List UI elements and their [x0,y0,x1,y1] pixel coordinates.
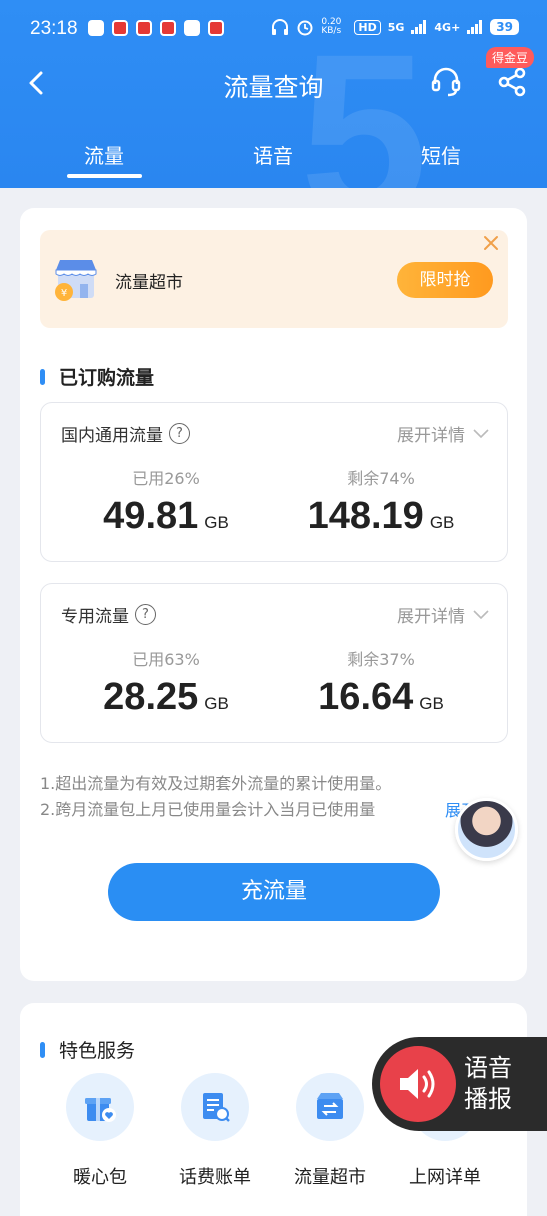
section-bar [40,368,45,385]
used-column: 已用63% 28.25 GB [66,646,266,719]
notification-icons [88,20,224,36]
signal-5g: 5G [387,20,405,34]
battery-indicator: 39 [490,19,519,35]
remaining-column: 剩余37% 16.64 GB [281,646,481,719]
service-warm-package[interactable]: 暖心包 [50,1073,150,1189]
expand-details-label: 展开详情 [397,426,465,446]
speaker-icon[interactable] [380,1046,456,1122]
voice-broadcast-label: 语音 播报 [464,1053,512,1115]
data-usage-card: ¥ 流量超市 限时抢 已订购流量 国内通用流量 ? 展开详情 已用26% 49.… [20,208,527,981]
unit-label: GB [204,694,229,713]
system-status: 0.20 KB/s HD 5G 4G+ 39 [271,18,519,36]
voice-broadcast-float[interactable]: 语音 播报 [372,1037,547,1131]
used-column: 已用26% 49.81 GB [66,465,266,538]
flash-sale-button[interactable]: 限时抢 [397,262,493,298]
section-title-subscribed: 已订购流量 [40,363,154,390]
wechat-icon [88,20,104,36]
voice-line-2: 播报 [464,1085,512,1113]
market-label: 流量超市 [115,273,183,293]
signal-bars-icon [411,20,427,34]
remaining-column: 剩余74% 148.19 GB [281,465,481,538]
used-value: 49.81 GB [66,495,266,538]
customer-service-icon[interactable] [430,66,462,98]
chevron-down-icon [473,428,489,438]
assistant-avatar[interactable] [455,798,518,861]
video-app-icon [160,20,176,36]
alarm-icon [297,20,313,36]
close-icon[interactable] [482,234,500,252]
expand-details-label: 展开详情 [397,607,465,627]
market-banner[interactable]: ¥ 流量超市 限时抢 [40,230,508,328]
dedicated-data-box: 专用流量 ? 展开详情 已用63% 28.25 GB 剩余37% 16.64 GB [40,583,508,743]
net-speed: 0.20 KB/s [321,17,342,36]
header: 5 23:18 0.20 KB/s HD 5G 4G+ 39 流量查询 得金豆 [0,0,547,188]
section-title-text: 已订购流量 [59,367,155,389]
app-notification-icon [112,20,128,36]
chevron-down-icon [473,609,489,619]
service-label: 流量超市 [294,1167,366,1188]
box-title: 专用流量 ? [61,602,156,627]
bill-search-icon [181,1073,249,1141]
service-data-market[interactable]: 流量超市 [280,1073,380,1189]
remaining-number: 16.64 [318,676,414,718]
unit-label: GB [204,513,229,532]
box-title: 国内通用流量 ? [61,421,190,446]
remaining-label: 剩余74% [347,469,415,488]
service-label: 上网详单 [409,1167,481,1188]
usage-notes: 1.超出流量为有效及过期套外流量的累计使用量。 2.跨月流量包上月已使用量会计入… [40,771,391,823]
remaining-value: 148.19 GB [281,495,481,538]
note-line-2: 2.跨月流量包上月已使用量会计入当月已使用量 [40,800,376,819]
message-icon [184,20,200,36]
expand-details-button[interactable]: 展开详情 [397,421,489,446]
store-icon: ¥ [55,260,97,301]
active-tab-indicator [67,174,142,178]
tab-sms[interactable]: 短信 [421,140,461,169]
remaining-value: 16.64 GB [281,676,481,719]
service-bill[interactable]: 话费账单 [165,1073,265,1189]
tab-voice[interactable]: 语音 [253,140,293,169]
used-number: 49.81 [103,495,199,537]
status-time: 23:18 [30,18,78,39]
news-icon [136,20,152,36]
section-bar [40,1041,45,1058]
page-title: 流量查询 [223,73,324,102]
used-label: 已用26% [132,469,200,488]
service-label: 暖心包 [73,1167,127,1188]
service-label: 话费账单 [179,1167,251,1188]
gift-heart-icon [66,1073,134,1141]
svg-text:¥: ¥ [61,288,67,299]
section-title-services: 特色服务 [40,1036,135,1063]
hd-icon: HD [354,19,381,35]
used-value: 28.25 GB [66,676,266,719]
box-title-text: 专用流量 [61,607,129,627]
domestic-data-box: 国内通用流量 ? 展开详情 已用26% 49.81 GB 剩余74% 148.19… [40,402,508,562]
title-bar: 流量查询 [0,58,547,110]
section-title-text: 特色服务 [59,1040,136,1062]
help-question-icon[interactable]: ? [135,604,156,625]
market-box-icon [296,1073,364,1141]
note-line-1: 1.超出流量为有效及过期套外流量的累计使用量。 [40,774,392,793]
help-question-icon[interactable]: ? [169,423,190,444]
box-title-text: 国内通用流量 [61,426,163,446]
used-number: 28.25 [103,676,199,718]
store-app-icon [208,20,224,36]
unit-label: GB [429,513,455,532]
share-icon[interactable] [496,66,528,98]
signal-4g: 4G+ [434,20,461,34]
used-label: 已用63% [132,650,200,669]
headphone-icon [272,19,289,35]
top-up-data-button[interactable]: 充流量 [108,863,440,921]
expand-details-button[interactable]: 展开详情 [397,602,489,627]
tab-data[interactable]: 流量 [84,140,124,169]
tab-bar: 流量 语音 短信 [0,140,547,180]
status-bar: 23:18 0.20 KB/s HD 5G 4G+ 39 [0,0,547,58]
remaining-number: 148.19 [307,495,424,537]
signal-bars-icon [467,20,483,34]
remaining-label: 剩余37% [347,650,415,669]
gold-bean-badge[interactable]: 得金豆 [486,47,535,68]
unit-label: GB [419,694,444,713]
voice-line-1: 语音 [464,1054,512,1082]
